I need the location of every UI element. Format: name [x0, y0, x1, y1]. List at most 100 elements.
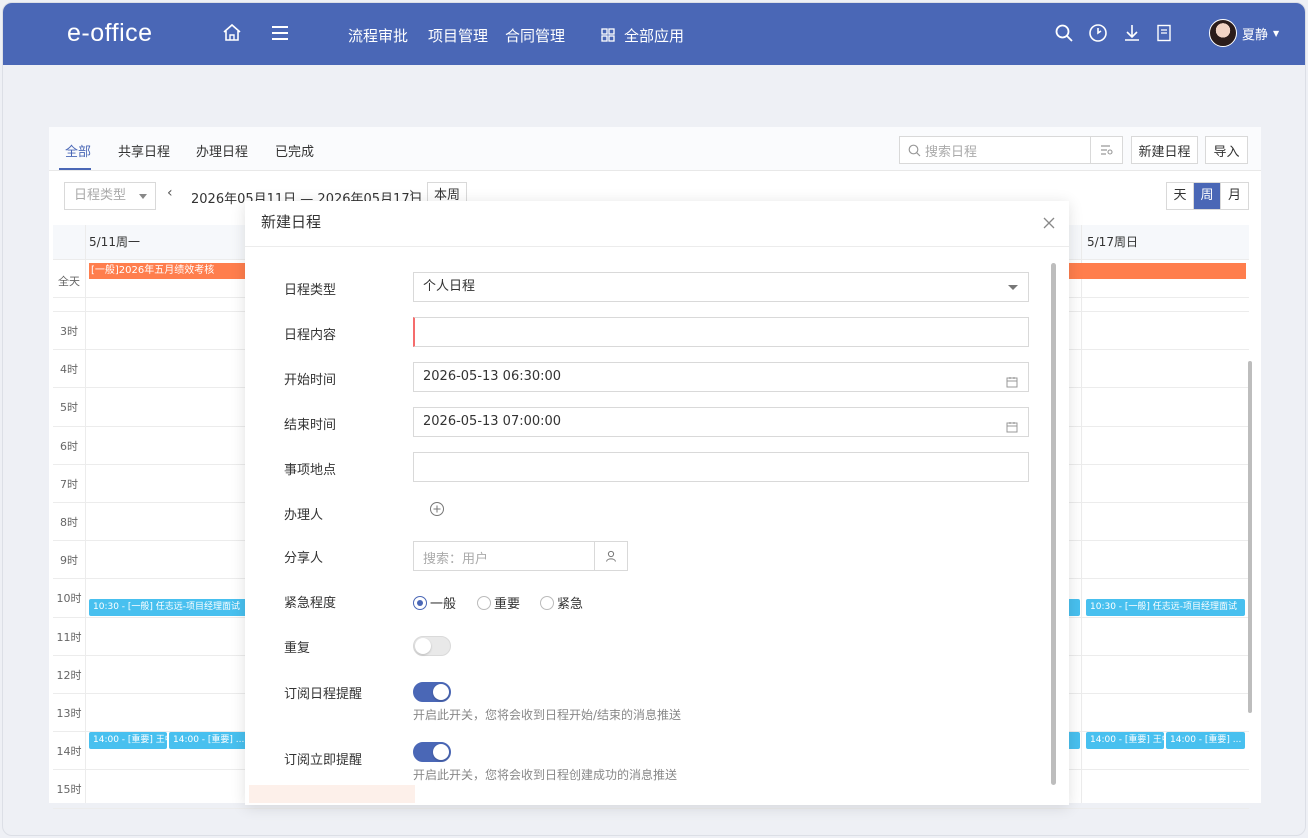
close-icon[interactable] — [1039, 213, 1059, 233]
tab-done[interactable]: 已完成 — [275, 141, 314, 160]
grid-icon[interactable] — [596, 23, 620, 47]
schedule-type-select[interactable]: 日程类型 — [64, 182, 156, 210]
subscribe-remind-label: 订阅日程提醒 — [284, 687, 363, 702]
document-icon[interactable] — [1152, 21, 1176, 45]
view-week-button[interactable]: 周 — [1194, 183, 1221, 209]
start-label: 开始时间 — [284, 373, 337, 388]
advanced-search-icon[interactable] — [1090, 137, 1122, 163]
search-box[interactable]: 搜索日程 — [899, 136, 1123, 164]
all-day-label: 全天 — [58, 275, 80, 288]
all-day-event[interactable]: [一般]2026年五月绩效考核 — [89, 263, 249, 279]
all-day-event-continued[interactable] — [1069, 263, 1246, 279]
location-input[interactable] — [413, 452, 1029, 482]
urgency-urgent-label: 紧急 — [557, 597, 584, 612]
search-input[interactable]: 搜索日程 — [925, 141, 1090, 160]
hour-label: 12时 — [56, 668, 82, 682]
start-time-value: 2026-05-13 06:30:00 — [423, 369, 562, 384]
tab-shared[interactable]: 共享日程 — [118, 141, 170, 160]
subscribe-now-hint: 开启此开关，您将会收到日程创建成功的消息推送 — [413, 768, 678, 782]
caret-down-icon — [139, 194, 147, 199]
hour-label: 14时 — [56, 745, 82, 759]
user-icon[interactable] — [594, 542, 627, 570]
import-button[interactable]: 导入 — [1205, 136, 1248, 164]
end-time-value: 2026-05-13 07:00:00 — [423, 414, 562, 429]
event-sun-1030[interactable]: 10:30 - [一般] 任志远-项目经理面试 — [1086, 599, 1245, 616]
subscribe-remind-toggle[interactable] — [413, 682, 451, 702]
tab-handle[interactable]: 办理日程 — [196, 141, 248, 160]
day-header-sun[interactable]: 5/17周日 — [1087, 225, 1247, 259]
end-time-input[interactable]: 2026-05-13 07:00:00 — [413, 407, 1029, 437]
calendar-scrollbar[interactable] — [1248, 361, 1252, 713]
highlighted-cell — [249, 785, 415, 803]
top-navbar: e-office 流程审批 项目管理 合同管理 全部应用 夏静 ▼ — [3, 3, 1305, 65]
dialog-title: 新建日程 — [261, 213, 322, 231]
menu-icon[interactable] — [268, 21, 292, 45]
view-switch: 天 周 月 — [1166, 182, 1249, 210]
search-icon[interactable] — [1052, 21, 1076, 45]
view-month-button[interactable]: 月 — [1221, 183, 1248, 209]
event-mon-1030[interactable]: 10:30 - [一般] 任志远-项目经理面试 — [89, 599, 249, 616]
nav-contract[interactable]: 合同管理 — [505, 25, 565, 46]
new-schedule-button[interactable]: 新建日程 — [1131, 136, 1198, 164]
share-user-field[interactable]: 搜索：用户 — [413, 541, 628, 571]
type-value: 个人日程 — [423, 279, 476, 294]
download-icon[interactable] — [1120, 21, 1144, 45]
event-sun-1400-a[interactable]: 14:00 - [重要] 王中 — [1086, 732, 1164, 749]
end-label: 结束时间 — [284, 418, 337, 433]
nav-project[interactable]: 项目管理 — [428, 25, 488, 46]
tab-all[interactable]: 全部 — [65, 141, 91, 160]
search-icon — [908, 144, 921, 157]
home-icon[interactable] — [220, 21, 244, 45]
add-handler-icon[interactable] — [429, 501, 445, 517]
share-user-input[interactable]: 搜索：用户 — [423, 548, 488, 567]
urgency-urgent-radio[interactable]: 紧急 — [540, 593, 583, 612]
urgency-important-radio[interactable]: 重要 — [477, 593, 520, 612]
nav-all-apps[interactable]: 全部应用 — [624, 25, 684, 46]
radio-checked-icon — [413, 595, 427, 610]
type-select[interactable]: 个人日程 — [413, 272, 1029, 302]
day-header-mon[interactable]: 5/11周一 — [89, 225, 249, 259]
app-logo[interactable]: e-office — [67, 19, 153, 48]
dialog-scrollbar[interactable] — [1051, 263, 1056, 785]
hour-label: 4时 — [60, 363, 78, 377]
event-mon-1400-b[interactable]: 14:00 - [重要] ... — [169, 732, 247, 749]
event-mon-1400-a[interactable]: 14:00 - [重要] 王中 — [89, 732, 167, 749]
start-time-input[interactable]: 2026-05-13 06:30:00 — [413, 362, 1029, 392]
hour-label: 3时 — [60, 325, 78, 338]
active-tab-indicator — [59, 168, 91, 170]
repeat-toggle[interactable] — [413, 636, 451, 656]
calendar-icon[interactable] — [1006, 371, 1018, 388]
hour-label: 11时 — [56, 630, 82, 644]
caret-down-icon — [1008, 285, 1018, 290]
urgency-label: 紧急程度 — [284, 596, 337, 611]
subscribe-now-label: 订阅立即提醒 — [284, 753, 363, 768]
schedule-type-placeholder: 日程类型 — [74, 188, 127, 203]
tab-bar: 全部 共享日程 办理日程 已完成 搜索日程 新建日程 导入 — [49, 127, 1261, 171]
clock-icon[interactable] — [1086, 21, 1110, 45]
handler-label: 办理人 — [284, 508, 324, 523]
repeat-label: 重复 — [284, 641, 311, 656]
nav-workflow[interactable]: 流程审批 — [348, 25, 408, 46]
view-day-button[interactable]: 天 — [1167, 183, 1194, 209]
hour-label: 6时 — [60, 439, 78, 453]
hour-label: 5时 — [60, 401, 78, 415]
user-menu[interactable]: 夏静 ▼ — [1209, 19, 1279, 47]
location-label: 事项地点 — [284, 463, 337, 478]
urgency-normal-label: 一般 — [430, 597, 457, 612]
hour-label: 10时 — [56, 592, 82, 606]
content-input[interactable] — [413, 317, 1029, 347]
new-schedule-dialog: 新建日程 日程类型 个人日程 日程内容 开始时间 2026-05-13 06:3… — [245, 201, 1069, 805]
avatar — [1209, 19, 1237, 47]
hour-label: 8时 — [60, 516, 78, 529]
type-label: 日程类型 — [284, 283, 337, 298]
subscribe-now-toggle[interactable] — [413, 742, 451, 762]
urgency-normal-radio[interactable]: 一般 — [413, 593, 456, 612]
chevron-down-icon: ▼ — [1273, 28, 1280, 38]
event-sun-1400-b[interactable]: 14:00 - [重要] ... — [1166, 732, 1245, 749]
next-week-icon[interactable]: › — [409, 185, 415, 201]
hour-label: 7时 — [60, 477, 78, 491]
prev-week-icon[interactable]: ‹ — [167, 185, 173, 201]
calendar-icon[interactable] — [1006, 416, 1018, 433]
hour-label: 15时 — [56, 783, 82, 797]
hour-label: 9时 — [60, 554, 78, 568]
